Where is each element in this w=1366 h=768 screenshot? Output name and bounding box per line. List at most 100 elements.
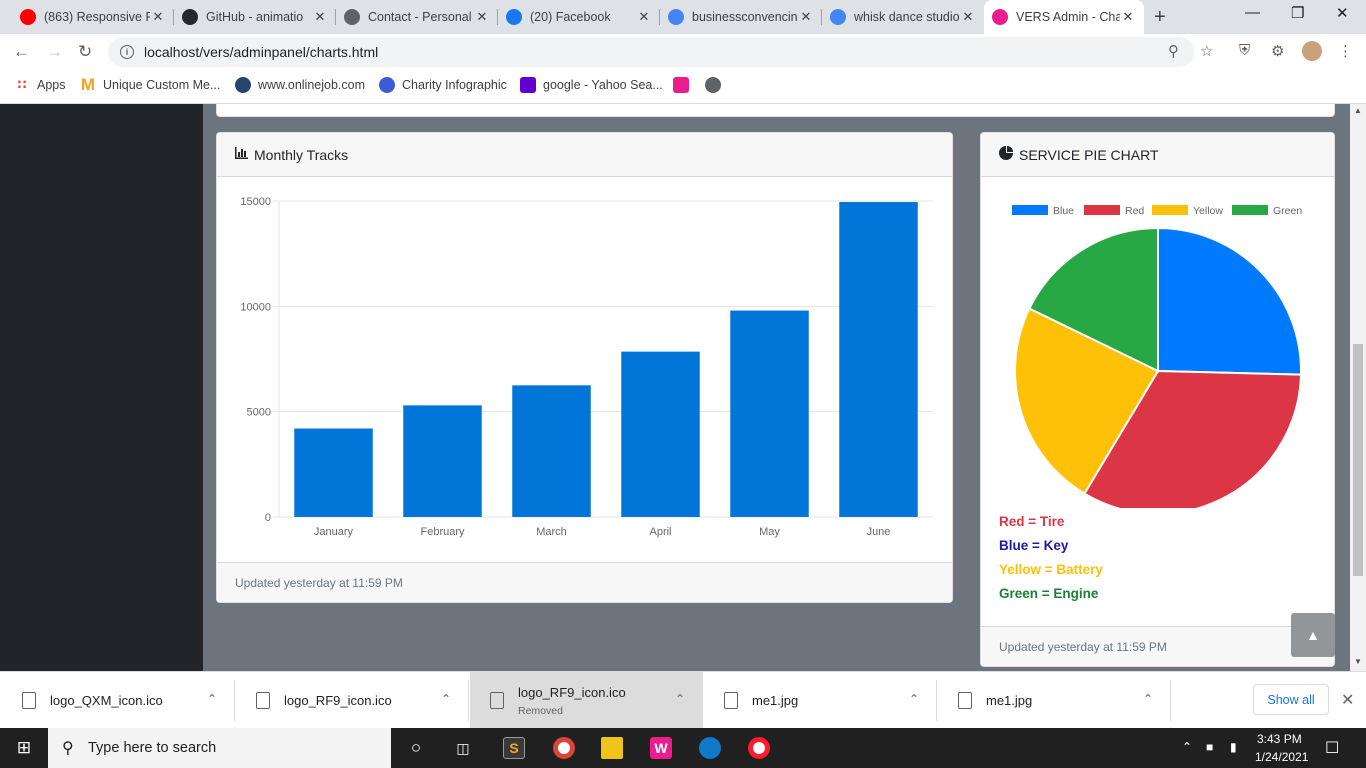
browser-tab[interactable]: GitHub - animatio ✕ — [174, 0, 336, 34]
legend-swatch[interactable] — [1012, 205, 1048, 215]
edge-icon[interactable] — [699, 737, 721, 759]
bookmark-item[interactable] — [673, 77, 696, 93]
close-download-shelf-icon[interactable]: ✕ — [1341, 690, 1354, 710]
site-info-icon[interactable]: i — [120, 45, 134, 59]
download-filename: logo_RF9_icon.ico — [518, 684, 626, 700]
close-tab-icon[interactable]: ✕ — [960, 9, 976, 25]
bookmark-item[interactable]: M Unique Custom Me... — [80, 75, 221, 94]
pie-slice[interactable] — [1157, 226, 1302, 376]
legend-label[interactable]: Blue — [1053, 205, 1074, 217]
browser-tab-strip: (863) Responsive P ✕ GitHub - animatio ✕ Con… — [0, 0, 1366, 34]
taskbar-search-box[interactable]: ⚲ Type here to search — [48, 728, 391, 768]
clock-time[interactable]: 3:43 PM — [1257, 732, 1302, 746]
cortana-icon[interactable]: ○ — [405, 737, 427, 759]
windows-start-icon[interactable]: ⊞ — [13, 737, 35, 759]
tab-title: businessconvencin — [692, 10, 798, 24]
browser-tab[interactable]: (20) Facebook ✕ — [498, 0, 660, 34]
download-item[interactable]: me1.jpg ⌃ — [704, 672, 937, 729]
close-tab-icon[interactable]: ✕ — [798, 9, 814, 25]
legend-label[interactable]: Yellow — [1193, 205, 1223, 217]
browser-tab[interactable]: Contact - Personal ✕ — [336, 0, 498, 34]
legend-swatch[interactable] — [1084, 205, 1120, 215]
notifications-icon[interactable]: ☐ — [1325, 738, 1339, 758]
chevron-up-icon[interactable]: ⌃ — [441, 692, 451, 706]
file-explorer-icon[interactable] — [601, 737, 623, 759]
forward-icon[interactable]: → — [46, 42, 63, 62]
browser-tab[interactable]: whisk dance studio ✕ — [822, 0, 984, 34]
monthly-tracks-bar-chart: 0 5000 10000 15000 January February March April… — [240, 196, 933, 538]
download-status: Removed — [518, 704, 563, 717]
extensions-icon[interactable]: ⚙ — [1271, 42, 1284, 60]
canva-icon — [379, 77, 395, 93]
chrome-icon[interactable] — [553, 737, 575, 759]
file-icon — [724, 692, 738, 709]
clock-date[interactable]: 1/24/2021 — [1255, 750, 1308, 764]
network-icon[interactable]: ■ — [1206, 740, 1213, 754]
close-tab-icon[interactable]: ✕ — [636, 9, 652, 25]
bar[interactable] — [730, 310, 809, 517]
battery-icon[interactable]: ▮ — [1230, 740, 1237, 754]
reload-icon[interactable]: ↻ — [78, 42, 92, 62]
show-all-downloads-button[interactable]: Show all — [1253, 684, 1329, 715]
browser-tab[interactable]: VERS Admin - Cha ✕ — [984, 0, 1144, 34]
bar[interactable] — [403, 405, 482, 517]
bookmark-item[interactable]: www.onlinejob.com — [235, 77, 365, 93]
file-icon — [256, 692, 270, 709]
apps-grid-icon: ∷ — [17, 77, 27, 92]
close-tab-icon[interactable]: ✕ — [1120, 9, 1136, 25]
globe-icon — [705, 77, 721, 93]
bookmark-item[interactable] — [705, 77, 728, 93]
page-scrollbar[interactable]: ▲ ▼ — [1350, 104, 1366, 671]
legend-text-key: Blue = Key — [999, 538, 1069, 553]
sublime-text-icon[interactable]: S — [503, 737, 525, 759]
legend-swatch[interactable] — [1232, 205, 1268, 215]
back-to-top-button[interactable]: ▲ — [1291, 613, 1335, 657]
zoom-icon[interactable]: ⚲ — [1168, 42, 1179, 60]
bookmark-item[interactable]: google - Yahoo Sea... — [520, 77, 663, 93]
legend-label[interactable]: Green — [1273, 205, 1302, 217]
bookmark-item[interactable]: Charity Infographic — [379, 77, 507, 93]
download-separator — [702, 680, 703, 721]
address-bar[interactable]: i localhost/vers/adminpanel/charts.html — [108, 37, 1194, 67]
tray-chevron-icon[interactable]: ⌃ — [1182, 740, 1192, 754]
bookmark-label: Charity Infographic — [402, 78, 507, 92]
browser-tab[interactable]: businessconvencin ✕ — [660, 0, 822, 34]
profile-avatar[interactable] — [1302, 41, 1322, 61]
close-window-button[interactable]: ✕ — [1336, 4, 1349, 22]
close-tab-icon[interactable]: ✕ — [312, 9, 328, 25]
github-icon — [182, 9, 198, 25]
tab-title: GitHub - animatio — [206, 10, 304, 24]
chevron-up-icon[interactable]: ⌃ — [675, 692, 685, 706]
bookmark-star-icon[interactable]: ☆ — [1200, 42, 1213, 60]
shield-icon[interactable]: ⛨ — [1239, 42, 1250, 59]
menu-kebab-icon[interactable]: ⋮ — [1338, 42, 1353, 60]
scrollbar-thumb[interactable] — [1353, 344, 1363, 576]
scroll-up-arrow-icon[interactable]: ▲ — [1354, 106, 1362, 115]
bar[interactable] — [839, 202, 918, 517]
download-item[interactable]: me1.jpg ⌃ — [938, 672, 1171, 729]
bookmark-item[interactable]: ∷ Apps — [14, 77, 65, 93]
task-view-icon[interactable]: ◫ — [452, 737, 474, 759]
maximize-button[interactable]: ❐ — [1291, 4, 1304, 22]
close-tab-icon[interactable]: ✕ — [150, 9, 166, 25]
scroll-down-arrow-icon[interactable]: ▼ — [1354, 657, 1362, 666]
opera-icon[interactable] — [748, 737, 770, 759]
legend-swatch[interactable] — [1152, 205, 1188, 215]
browser-tab[interactable]: (863) Responsive P ✕ — [12, 0, 174, 34]
bar[interactable] — [512, 385, 591, 517]
chevron-up-icon[interactable]: ⌃ — [1143, 692, 1153, 706]
download-item[interactable]: logo_RF9_icon.ico ⌃ — [236, 672, 469, 729]
chevron-up-icon[interactable]: ⌃ — [909, 692, 919, 706]
chevron-up-icon[interactable]: ⌃ — [207, 692, 217, 706]
new-tab-button[interactable]: + — [1154, 6, 1166, 29]
download-item[interactable]: logo_RF9_icon.ico Removed ⌃ — [470, 672, 703, 729]
back-icon[interactable]: ← — [13, 42, 30, 62]
close-tab-icon[interactable]: ✕ — [474, 9, 490, 25]
bar[interactable] — [294, 428, 373, 517]
legend-label[interactable]: Red — [1125, 205, 1144, 217]
download-item[interactable]: logo_QXM_icon.ico ⌃ — [2, 672, 235, 729]
app-pink-icon[interactable]: W — [650, 737, 672, 759]
legend-text-engine: Green = Engine — [999, 586, 1099, 601]
bar[interactable] — [621, 351, 700, 517]
minimize-button[interactable]: — — [1245, 4, 1260, 21]
